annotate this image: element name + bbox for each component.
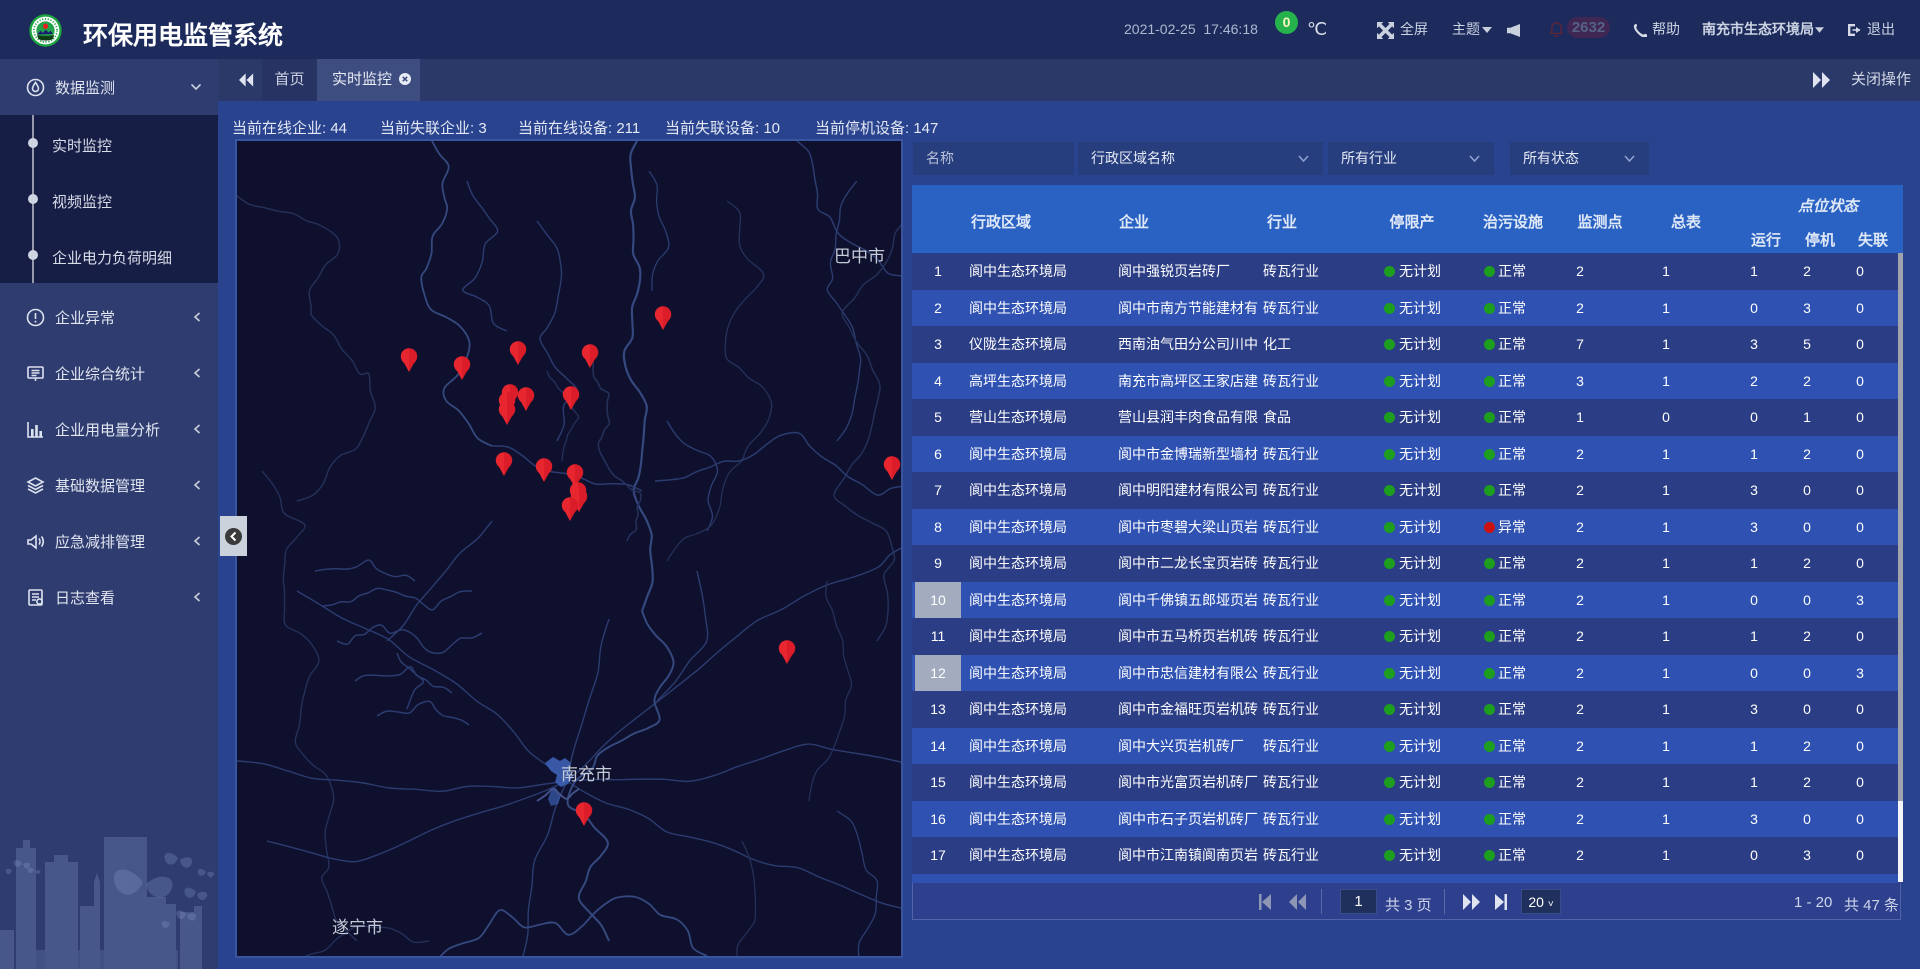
svg-text:南充市: 南充市 <box>561 765 612 784</box>
svg-text:遂宁市: 遂宁市 <box>332 918 383 937</box>
svg-text:巴中市: 巴中市 <box>834 247 885 266</box>
